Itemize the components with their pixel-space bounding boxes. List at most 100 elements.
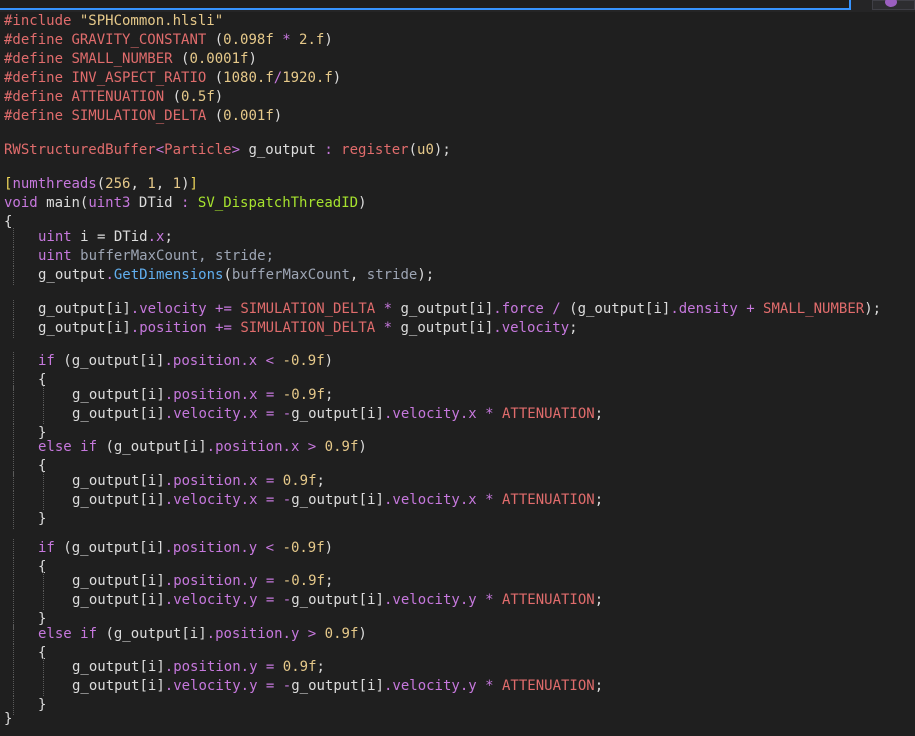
code-token: i (367, 406, 376, 422)
code-line[interactable]: if (g_output[i].position.y < -0.9f) (13, 539, 333, 558)
indent-guide (13, 591, 15, 610)
code-line[interactable]: g_output.GetDimensions(bufferMaxCount, s… (13, 266, 435, 285)
code-token: g_output (291, 406, 359, 422)
code-line[interactable]: #define SIMULATION_DELTA (0.001f) (4, 107, 282, 126)
indent-guide (43, 472, 45, 491)
code-token: . (240, 592, 250, 608)
code-token: ] (189, 176, 198, 192)
code-token: stride (366, 267, 418, 283)
code-token: SIMULATION_DELTA (240, 320, 384, 336)
code-token: velocity (392, 592, 460, 608)
code-token: ATTENUATION (502, 678, 595, 694)
code-token: , (349, 267, 367, 283)
indent-guide (13, 572, 15, 591)
code-line[interactable]: void main(uint3 DTid : SV_DispatchThread… (4, 194, 367, 213)
code-token: i (147, 353, 157, 369)
code-token: < (265, 540, 283, 556)
code-token: = (265, 592, 283, 608)
code-line[interactable]: g_output[i].position += SIMULATION_DELTA… (13, 319, 578, 338)
code-token: = (265, 473, 283, 489)
code-token: < (155, 142, 165, 158)
code-token: } (38, 511, 47, 527)
code-token: = (265, 659, 283, 675)
code-line[interactable]: #define GRAVITY_CONSTANT (0.098f * 2.f) (4, 31, 333, 50)
code-line[interactable]: g_output[i].velocity.x = -g_output[i].ve… (13, 491, 603, 510)
code-token: 0.9f (282, 473, 317, 489)
code-token: ] (122, 320, 131, 336)
code-token: [ (181, 626, 190, 642)
code-token: 0.0001f (189, 51, 249, 67)
code-line[interactable]: g_output[i].velocity.y = -g_output[i].ve… (13, 591, 603, 610)
code-line[interactable]: uint i = DTid.x; (13, 228, 173, 247)
code-token: ( (569, 301, 578, 317)
navigation-bar[interactable] (0, 0, 851, 10)
code-token: INV_ASPECT_RATIO (71, 70, 215, 86)
code-token: g_output (72, 492, 140, 508)
code-token: ) (181, 176, 190, 192)
code-token: [ (139, 406, 148, 422)
code-token: density (678, 301, 747, 317)
code-token: 0.9f (324, 626, 359, 642)
code-line[interactable]: g_output[i].velocity += SIMULATION_DELTA… (13, 300, 881, 319)
code-token: . (164, 353, 173, 369)
code-line[interactable]: else if (g_output[i].position.y > 0.9f) (13, 625, 367, 644)
code-token: u0 (417, 142, 434, 158)
code-token: i (653, 301, 662, 317)
code-token: - (282, 492, 292, 508)
profile-button[interactable] (872, 0, 915, 10)
code-line[interactable]: uint bufferMaxCount, stride; (13, 247, 274, 266)
code-token: ); (417, 267, 435, 283)
code-token: ; (164, 229, 173, 245)
code-line[interactable]: g_output[i].velocity.y = -g_output[i].ve… (13, 677, 603, 696)
code-token: * (383, 301, 401, 317)
code-token: ] (484, 320, 494, 336)
code-line[interactable]: RWStructuredBuffer<Particle> g_output : … (4, 141, 451, 160)
code-token: 1920.f (282, 70, 333, 86)
code-token: . (240, 406, 250, 422)
code-line[interactable]: } (4, 710, 12, 729)
code-token: [ (105, 320, 114, 336)
indent-guide (13, 352, 15, 371)
code-token: ( (63, 540, 72, 556)
code-line[interactable]: } (13, 696, 46, 715)
code-line[interactable]: g_output[i].velocity.x = -g_output[i].ve… (13, 405, 603, 424)
code-editor[interactable]: #include "SPHCommon.hlsli" #define GRAVIT… (0, 12, 915, 736)
code-line[interactable]: [numthreads(256, 1, 1)] (4, 175, 198, 194)
code-token: ( (408, 142, 418, 158)
code-line[interactable]: #define SMALL_NUMBER (0.0001f) (4, 50, 257, 69)
code-line[interactable]: #include "SPHCommon.hlsli" (4, 12, 223, 31)
code-token: . (164, 659, 174, 675)
code-line[interactable]: g_output[i].position.y = -0.9f; (13, 572, 334, 591)
profile-icon (885, 0, 897, 7)
code-line[interactable]: g_output[i].position.x = 0.9f; (13, 472, 325, 491)
code-token: y (249, 592, 266, 608)
code-token: = (97, 229, 114, 245)
code-line[interactable]: if (g_output[i].position.x < -0.9f) (13, 352, 333, 371)
code-token: 2.f (299, 32, 325, 48)
code-token: ATTENUATION (502, 492, 595, 508)
code-line[interactable]: { (4, 213, 12, 232)
code-token: < (265, 353, 283, 369)
code-line[interactable]: else if (g_output[i].position.x > 0.9f) (13, 438, 367, 457)
code-token: ; (324, 573, 334, 589)
code-line[interactable]: g_output[i].position.y = 0.9f; (13, 658, 325, 677)
code-line[interactable]: #define INV_ASPECT_RATIO (1080.f/1920.f) (4, 69, 341, 88)
code-token: , (130, 176, 148, 192)
code-token: ( (214, 32, 224, 48)
code-token: g_output (71, 353, 140, 369)
indent-guide (13, 510, 15, 529)
indent-guide (43, 405, 45, 424)
code-token: velocity (173, 678, 241, 694)
code-token: g_output (400, 301, 468, 317)
indent-guide (13, 228, 15, 247)
code-token: ] (156, 659, 165, 675)
code-token: x (468, 406, 486, 422)
code-line[interactable]: g_output[i].position.x = -0.9f; (13, 386, 333, 405)
code-line[interactable]: #define ATTENUATION (0.5f) (4, 88, 223, 107)
code-token: velocity (501, 320, 570, 336)
code-token: . (164, 540, 173, 556)
code-token: ) (214, 89, 224, 105)
code-token: 0.9f (282, 659, 317, 675)
code-line[interactable]: } (13, 510, 47, 529)
code-token: i (189, 626, 199, 642)
